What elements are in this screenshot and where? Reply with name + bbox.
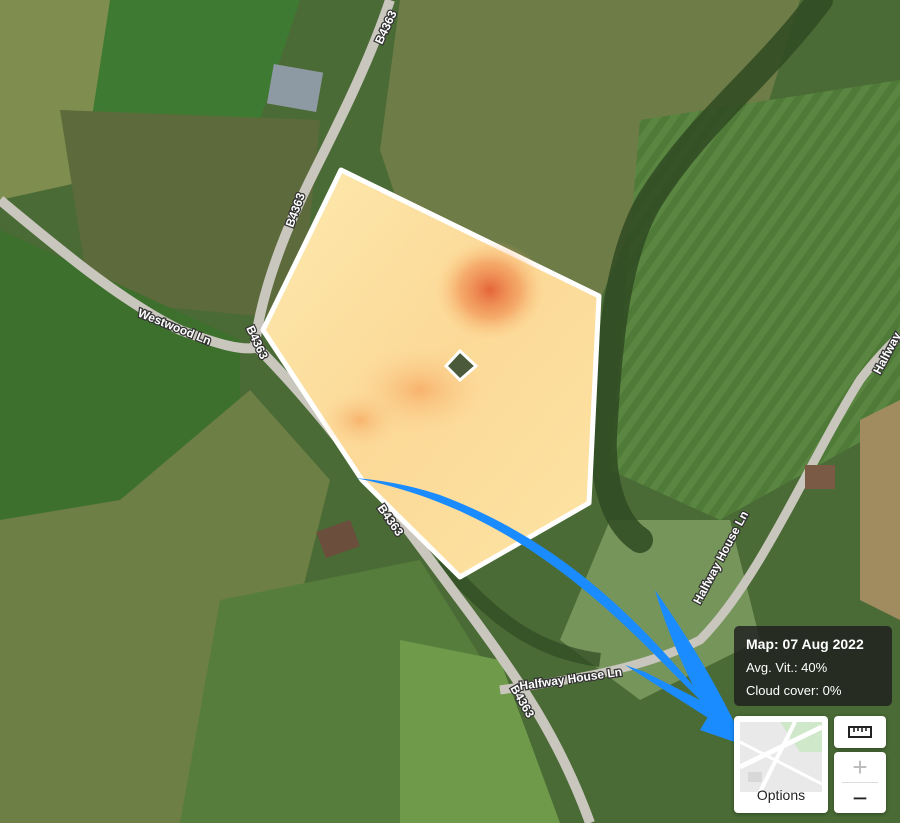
map-date: Map: 07 Aug 2022 [746, 636, 864, 652]
ruler-icon [848, 726, 872, 738]
cloud-cover: Cloud cover: 0% [746, 683, 842, 698]
map-options-button[interactable]: Options [734, 716, 828, 813]
avg-vitality: Avg. Vit.: 40% [746, 660, 828, 675]
building [266, 63, 324, 113]
heatmap-hotspot [435, 240, 545, 340]
map-thumbnail-icon [738, 721, 824, 793]
zoom-in-button[interactable]: + [834, 752, 886, 782]
heatmap-warm-zone [320, 390, 400, 450]
map-style-thumbnail [738, 721, 824, 793]
building [805, 465, 835, 489]
options-label: Options [756, 787, 806, 803]
measure-button[interactable] [834, 716, 886, 748]
zoom-controls: + − [834, 752, 886, 813]
zoom-out-button[interactable]: − [834, 783, 886, 813]
map-info-panel: Map: 07 Aug 2022 Avg. Vit.: 40% Cloud co… [734, 626, 892, 706]
field-east-strip [860, 400, 900, 620]
